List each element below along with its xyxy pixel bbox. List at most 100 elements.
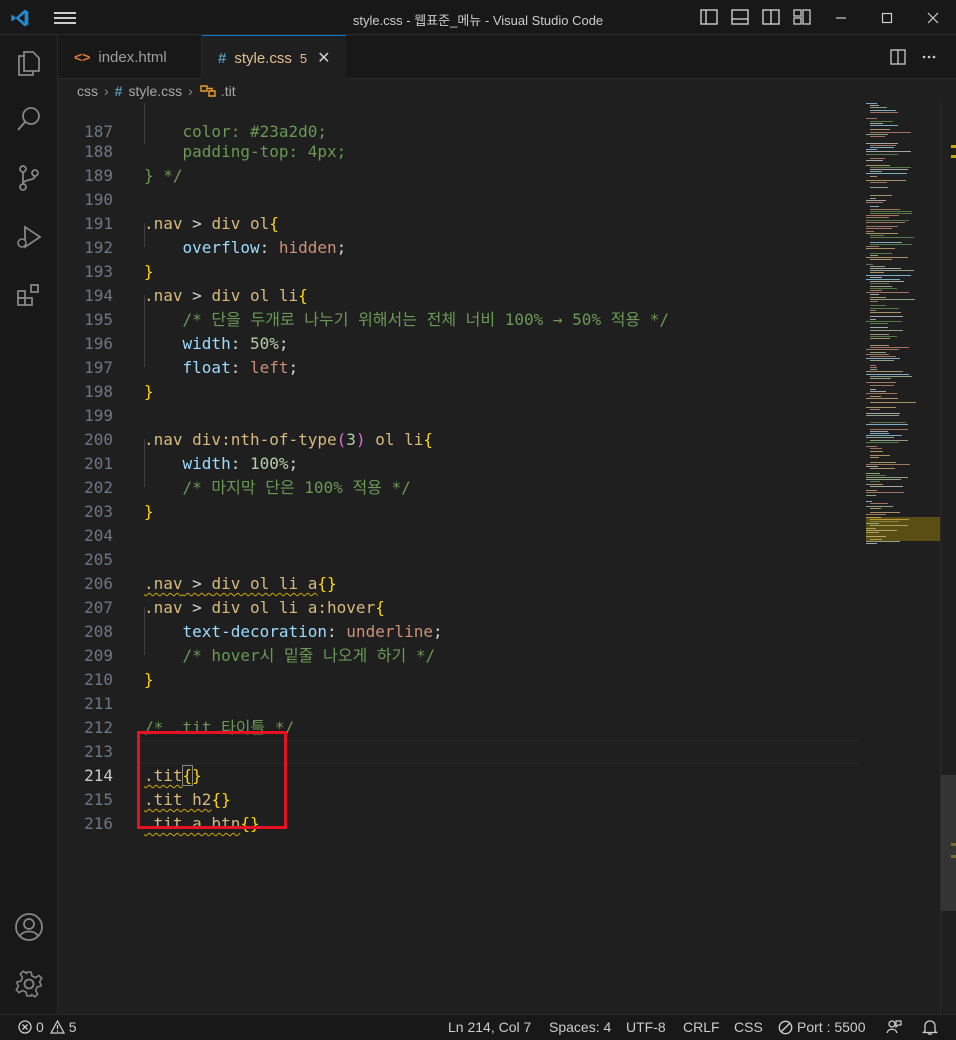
minimap-line xyxy=(870,120,893,122)
minimap-line xyxy=(866,142,898,144)
breadcrumb-symbol[interactable]: .tit xyxy=(221,83,236,99)
minimap-line xyxy=(870,287,897,289)
close-tab-icon[interactable]: ✕ xyxy=(317,48,330,68)
close-window-button[interactable] xyxy=(910,0,956,35)
code-line: 198} xyxy=(84,382,154,401)
eol-status[interactable]: CRLF xyxy=(683,1019,720,1035)
minimap-line xyxy=(870,364,876,366)
minimap-line xyxy=(866,435,902,437)
css-file-icon: # xyxy=(114,83,123,99)
minimap-line xyxy=(870,144,896,146)
minimap-line xyxy=(870,283,889,285)
notifications-button[interactable] xyxy=(922,1019,938,1035)
problems-status[interactable]: 0 5 xyxy=(18,1019,77,1035)
encoding-status[interactable]: UTF-8 xyxy=(626,1019,666,1035)
minimap-line xyxy=(870,307,899,309)
live-server-port[interactable]: Port : 5500 xyxy=(778,1019,866,1035)
minimap-line xyxy=(870,259,892,261)
extensions-button[interactable] xyxy=(0,271,58,319)
editor-tabs: <> index.html # style.css 5 ✕ xyxy=(58,35,956,80)
tab-index-html[interactable]: <> index.html xyxy=(58,35,202,79)
minimap-line xyxy=(866,226,898,228)
menu-icon[interactable] xyxy=(54,9,76,27)
minimap-line xyxy=(870,281,904,283)
feedback-button[interactable] xyxy=(886,1019,902,1035)
code-line: 194 .nav > div ol li{ xyxy=(84,286,308,305)
minimap-line xyxy=(870,439,908,441)
minimap-line xyxy=(866,232,898,234)
minimap-line xyxy=(866,393,897,395)
minimap-line xyxy=(870,367,877,368)
window-title: style.css - 웹표준_메뉴 - Visual Studio Code xyxy=(352,13,604,28)
run-debug-button[interactable] xyxy=(0,213,58,261)
explorer-button[interactable] xyxy=(0,39,58,87)
scrollbar-thumb[interactable] xyxy=(941,775,956,911)
close-icon xyxy=(927,12,939,23)
code-line: 208 text-decoration: underline; xyxy=(84,622,443,641)
indentation-status[interactable]: Spaces: 4 xyxy=(549,1019,611,1035)
split-editor-button[interactable] xyxy=(888,47,908,67)
code-line: 199 xyxy=(84,406,113,425)
breadcrumb: css › # style.css › .tit xyxy=(58,79,956,103)
toggle-secondary-sidebar-icon[interactable] xyxy=(762,9,780,25)
code-editor[interactable]: 187 color: #23a2d0; 188 padding-top: 4px… xyxy=(58,103,866,1014)
minimap-line xyxy=(870,356,896,357)
minimap-line xyxy=(866,472,880,474)
minimap[interactable] xyxy=(866,103,940,1014)
minimap-line xyxy=(870,186,888,188)
activity-bar xyxy=(0,35,58,1014)
minimap-line xyxy=(866,219,909,221)
minimap-line xyxy=(866,257,908,258)
minimap-line xyxy=(870,237,914,239)
minimap-line xyxy=(866,358,900,360)
minimap-line xyxy=(866,221,905,223)
minimap-line xyxy=(870,323,888,324)
minimap-line xyxy=(870,171,882,173)
gear-icon xyxy=(15,970,43,998)
minimap-line xyxy=(866,274,911,276)
minimap-line xyxy=(870,391,886,393)
more-icon xyxy=(922,55,936,59)
minimap-line xyxy=(866,446,877,448)
code-line: 188 padding-top: 4px; xyxy=(84,142,347,161)
code-line: 201 width: 100%; xyxy=(84,454,299,473)
breadcrumb-folder[interactable]: css xyxy=(77,83,98,99)
tab-style-css[interactable]: # style.css 5 ✕ xyxy=(202,35,346,80)
minimap-line xyxy=(866,490,877,492)
minimap-line xyxy=(870,450,883,452)
toggle-primary-sidebar-icon[interactable] xyxy=(700,9,718,25)
minimap-line xyxy=(870,327,888,329)
breadcrumb-file[interactable]: style.css xyxy=(128,83,182,99)
customize-layout-icon[interactable] xyxy=(793,9,811,25)
minimize-button[interactable] xyxy=(818,0,864,35)
minimap-line xyxy=(866,164,890,166)
minimap-line xyxy=(870,334,889,335)
minimap-line xyxy=(866,248,895,250)
maximize-button[interactable] xyxy=(864,0,910,35)
search-button[interactable] xyxy=(0,95,58,143)
more-actions-button[interactable] xyxy=(919,47,939,67)
error-count: 0 xyxy=(36,1019,44,1035)
language-mode[interactable]: CSS xyxy=(734,1019,763,1035)
manage-button[interactable] xyxy=(0,960,58,1008)
accounts-button[interactable] xyxy=(0,903,58,951)
minimap-line xyxy=(870,111,898,113)
source-control-button[interactable] xyxy=(0,154,58,202)
warning-count: 5 xyxy=(68,1019,77,1035)
minimap-line xyxy=(866,215,899,217)
minimap-line xyxy=(866,437,894,439)
minimap-viewport[interactable] xyxy=(866,517,940,541)
cursor-position[interactable]: Ln 214, Col 7 xyxy=(448,1019,531,1035)
minimap-line xyxy=(866,479,901,481)
minimap-line xyxy=(866,492,904,494)
code-line: 210} xyxy=(84,670,154,689)
minimap-line xyxy=(870,384,894,386)
toggle-panel-icon[interactable] xyxy=(731,9,749,25)
minimap-line xyxy=(870,158,885,159)
minimap-line xyxy=(870,169,908,170)
vertical-scrollbar[interactable] xyxy=(940,103,956,1014)
minimap-line xyxy=(866,501,872,503)
code-line: 206 .nav > div ol li a{} xyxy=(84,574,337,593)
minimap-line xyxy=(870,468,895,470)
minimap-line xyxy=(870,375,912,377)
